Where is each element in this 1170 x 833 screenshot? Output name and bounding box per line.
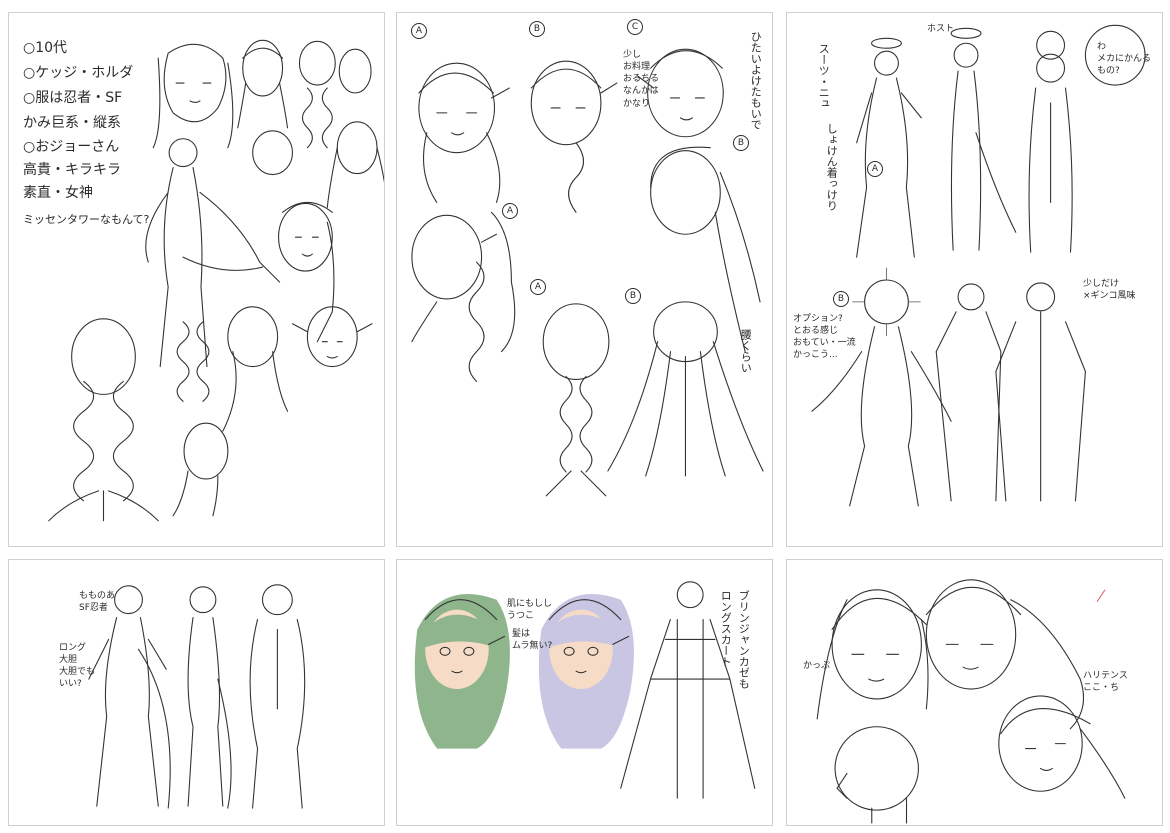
option-badge-b-3: B xyxy=(625,288,641,304)
sketch-panel-6[interactable]: かっぷ ハリテンス ここ・ち xyxy=(786,559,1163,826)
braid-large xyxy=(48,318,159,522)
side-note: 少し お料理 おるちる なんかは かなり xyxy=(623,50,660,109)
hair-note: 髪は ムラ無い? xyxy=(512,629,553,652)
character-head-small-2 xyxy=(338,48,372,94)
option-badge-a-2: A xyxy=(502,203,518,219)
character-head-front xyxy=(152,43,234,149)
note-line-8: ミッセンタワーなもんて? xyxy=(23,213,150,226)
character-head-left xyxy=(816,589,929,720)
long-skirt-note: ロングスカート xyxy=(719,590,733,667)
character-head-tilted xyxy=(998,695,1126,799)
vertical-note-forehead: ひたいよけたもいで xyxy=(749,31,763,130)
note-line-2: ○ケッジ・ホルダ xyxy=(23,65,134,81)
figure-front-suit xyxy=(88,585,171,809)
panel-4-drawing xyxy=(88,584,306,809)
option-badge-b: B xyxy=(833,291,849,307)
option-note: オプション? とおる感じ おもてい・一流 かっこう... xyxy=(793,314,856,361)
figure-back-a xyxy=(1028,30,1073,253)
head-construction-profile xyxy=(834,726,919,824)
character-head-elf xyxy=(291,306,373,368)
character-head-profile-b xyxy=(650,146,761,353)
colored-head-lavender-hair xyxy=(538,594,634,749)
skin-note: 肌にもしし うつこ xyxy=(507,599,553,622)
figure-side-b xyxy=(935,283,1002,502)
character-head-right xyxy=(925,579,1085,730)
figure-side-a xyxy=(950,27,1017,251)
colored-head-green-hair xyxy=(414,594,510,749)
hip-length-note: 腰くらい xyxy=(739,329,753,373)
figure-front-a xyxy=(856,37,922,258)
sketch-panel-4[interactable]: もものあ SF忍者 ロング 大胆 大胆でも いい? xyxy=(8,559,385,826)
option-badge-b-2: B xyxy=(733,135,749,151)
figure-dress-full xyxy=(620,581,756,799)
vertical-note-suit: スーツ・ニュ xyxy=(817,43,831,109)
variant-note: 少しだけ ×ギンコ風味 xyxy=(1083,279,1136,302)
option-badge-c: C xyxy=(627,19,643,35)
character-head-b xyxy=(530,60,618,213)
character-face-smile xyxy=(278,201,335,343)
circle-note: わ メカにかんる もの? xyxy=(1097,42,1152,77)
braid-back-view xyxy=(298,40,336,149)
character-head-profile xyxy=(172,422,229,517)
figure-back-suit xyxy=(249,584,306,809)
sketch-panel-1[interactable]: ○10代 ○ケッジ・ホルダ ○服は忍者・SF かみ巨系・縦系 ○おジョーさん 高… xyxy=(8,12,385,547)
character-head-small-1 xyxy=(237,39,289,129)
boldness-note: ロング 大胆 大胆でも いい? xyxy=(59,643,96,690)
character-head-braid-2 xyxy=(326,121,384,208)
note-line-6: 高貴・キラキラ xyxy=(23,162,121,178)
character-head-side-1 xyxy=(222,306,289,432)
suit-note: もものあ SF忍者 xyxy=(79,591,116,614)
sketch-panel-2[interactable]: A B C B A B A ひたいよけたもいで 少し お料理 おるちる なんかは… xyxy=(396,12,773,547)
figure-back-b xyxy=(995,282,1086,502)
option-badge-b: B xyxy=(529,21,545,37)
note-line-5: ○おジョーさん xyxy=(23,139,120,155)
sketch-panel-3[interactable]: A B ホスト わ メカにかんる もの? スーツ・ニュ しょけん着っけり 少しだ… xyxy=(786,12,1163,547)
option-badge-a: A xyxy=(411,23,427,39)
note-line-4: かみ巨系・縦系 xyxy=(23,115,121,131)
vertical-note-sheer: しょけん着っけり xyxy=(825,123,839,211)
balance-note: ハリテンス ここ・ち xyxy=(1083,671,1128,694)
note-line-3: ○服は忍者・SF xyxy=(23,90,123,106)
figure-side-suit xyxy=(187,586,232,809)
character-head-braid-1 xyxy=(252,130,294,176)
sketch-gallery: ○10代 ○ケッジ・ホルダ ○服は忍者・SF かみ巨系・縦系 ○おジョーさん 高… xyxy=(0,0,1170,833)
panel-2-drawing xyxy=(411,48,764,497)
halo-note: ホスト xyxy=(927,24,955,34)
panel-5-drawing xyxy=(414,581,756,799)
character-head-a xyxy=(418,62,510,203)
hair-style-note: かっぷ xyxy=(803,661,831,671)
red-mark xyxy=(1096,589,1106,602)
braid-back-a xyxy=(542,303,610,497)
note-line-1: ○10代 xyxy=(23,40,68,56)
fringe-note: ブリンジャンカゼも xyxy=(737,590,751,689)
character-full-body xyxy=(145,138,281,368)
option-badge-a-3: A xyxy=(530,279,546,295)
note-line-7: 素直・女神 xyxy=(23,185,93,201)
sketch-panel-5[interactable]: 肌にもしし うつこ 髪は ムラ無い? ロングスカート ブリンジャンカゼも xyxy=(396,559,773,826)
option-badge-a: A xyxy=(867,161,883,177)
character-braid-profile-a xyxy=(411,211,516,383)
figure-front-b xyxy=(811,267,952,507)
